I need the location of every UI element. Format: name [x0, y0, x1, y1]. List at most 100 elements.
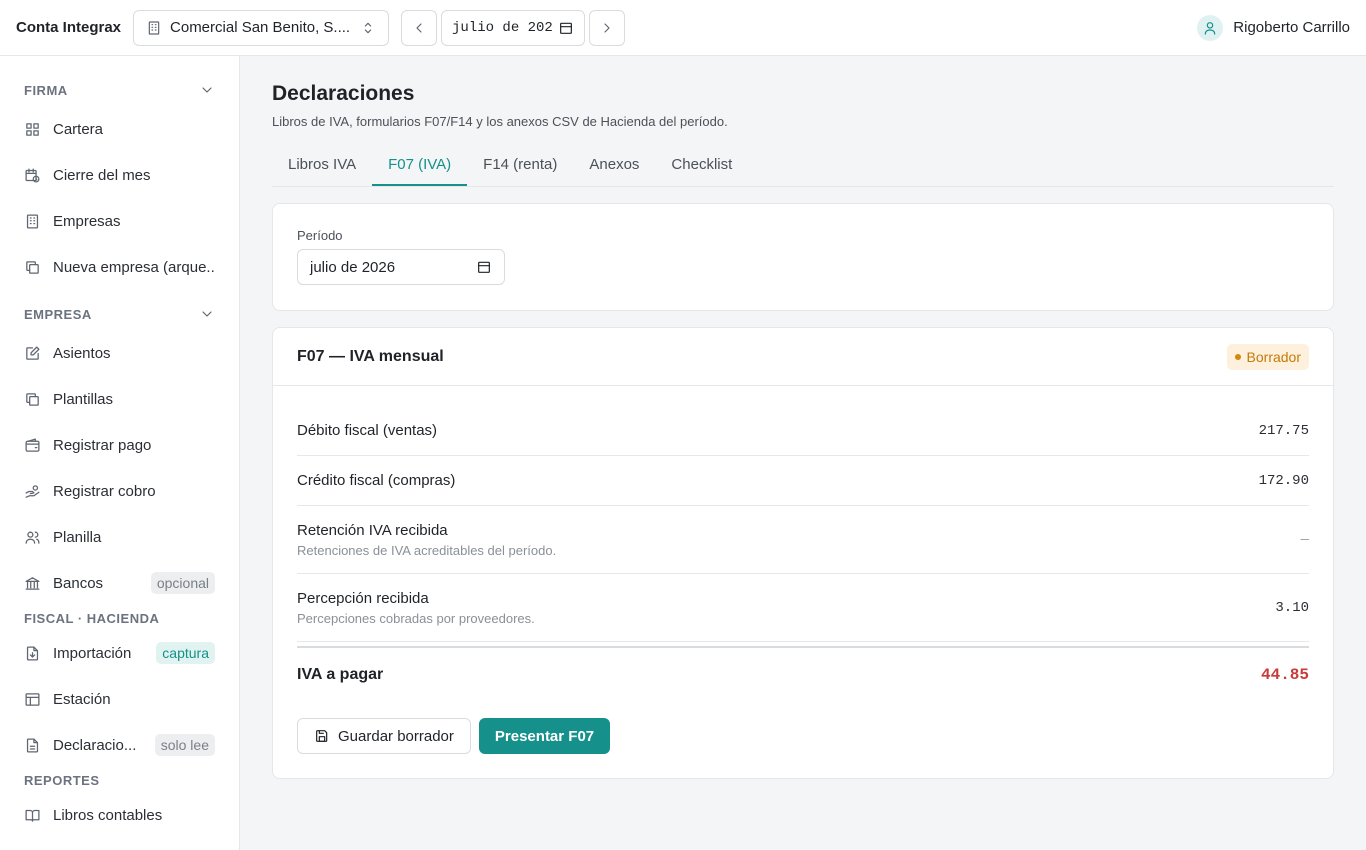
- row-value: —: [1300, 531, 1309, 548]
- section-title: EMPRESA: [24, 306, 92, 322]
- period-card: Período julio de 2026: [272, 203, 1334, 311]
- main-content: Declaraciones Libros de IVA, formularios…: [272, 56, 1334, 779]
- sidebar-item-empresas[interactable]: Empresas: [24, 198, 215, 244]
- chevron-left-icon: [411, 20, 427, 36]
- sidebar-item-cierre-del-mes[interactable]: Cierre del mes: [24, 152, 215, 198]
- sidebar-item-registrar-cobro[interactable]: Registrar cobro: [24, 468, 215, 514]
- f07-row-credito: Crédito fiscal (compras) 172.90: [297, 456, 1309, 506]
- section-title: REPORTES: [24, 772, 100, 788]
- section-title: FISCAL · HACIENDA: [24, 610, 160, 626]
- sidebar-item-cartera[interactable]: Cartera: [24, 106, 215, 152]
- file-text-icon: [24, 737, 41, 754]
- wallet-icon: [24, 437, 41, 454]
- sidebar-item-plantillas[interactable]: Plantillas: [24, 376, 215, 422]
- row-name: Percepción recibida: [297, 589, 429, 607]
- status-badge: opcional: [150, 572, 215, 594]
- f07-title: F07 — IVA mensual: [297, 347, 444, 365]
- calendar-clock-icon: [24, 167, 41, 184]
- user-name: Rigoberto Carrillo: [1233, 19, 1350, 36]
- tab-f14-renta[interactable]: F14 (renta): [467, 145, 573, 186]
- sidebar-item-label: Declaracio...: [53, 736, 137, 754]
- tab-checklist[interactable]: Checklist: [655, 145, 748, 186]
- f07-actions: Guardar borrador Presentar F07: [297, 718, 1309, 754]
- sidebar-item-label: Nueva empresa (arque...: [53, 258, 215, 276]
- f07-row-retencion: Retención IVA recibida Retenciones de IV…: [297, 506, 1309, 574]
- period-input[interactable]: julio de 2026: [297, 249, 505, 285]
- sidebar-item-label: Registrar pago: [53, 436, 152, 454]
- sidebar-section-firma[interactable]: FIRMA: [24, 74, 215, 106]
- row-description: Retenciones de IVA acreditables del perí…: [297, 542, 557, 558]
- sidebar-item-label: Importación: [53, 644, 132, 662]
- status-dot: [1234, 353, 1241, 360]
- sidebar-section-reportes: REPORTES: [24, 768, 215, 792]
- save-draft-button[interactable]: Guardar borrador: [297, 718, 471, 754]
- edit-icon: [24, 345, 41, 362]
- row-value: 217.75: [1258, 422, 1309, 439]
- sidebar-item-bancos[interactable]: Bancos opcional: [24, 560, 215, 606]
- company-selector[interactable]: Comercial San Benito, S....: [133, 9, 390, 46]
- copy-icon: [24, 259, 41, 276]
- sidebar-item-label: Empresas: [53, 212, 121, 230]
- page-subtitle: Libros de IVA, formularios F07/F14 y los…: [272, 114, 728, 129]
- sidebar-section-empresa[interactable]: EMPRESA: [24, 298, 215, 330]
- chevron-right-icon: [599, 20, 615, 36]
- sidebar-item-label: Cierre del mes: [53, 166, 151, 184]
- sidebar-section-fiscal: FISCAL · HACIENDA: [24, 606, 215, 630]
- f07-card: F07 — IVA mensual Borrador Débito fiscal…: [272, 327, 1334, 779]
- sidebar-item-libros-contables[interactable]: Libros contables: [24, 792, 215, 838]
- chevron-down-icon: [199, 306, 215, 322]
- row-value: 3.10: [1275, 599, 1309, 616]
- f07-row-percepcion: Percepción recibida Percepciones cobrada…: [297, 574, 1309, 642]
- previous-month-button[interactable]: [401, 9, 438, 46]
- row-value: 172.90: [1258, 472, 1309, 489]
- sidebar-item-registrar-pago[interactable]: Registrar pago: [24, 422, 215, 468]
- user-menu[interactable]: Rigoberto Carrillo: [1197, 14, 1350, 41]
- sidebar-item-label: Bancos: [53, 574, 104, 592]
- users-icon: [24, 529, 41, 546]
- total-value: 44.85: [1260, 666, 1309, 684]
- user-icon: [1202, 20, 1218, 36]
- sidebar: FIRMA Cartera Cierre del mes Empresas Nu…: [0, 56, 240, 850]
- copy-icon: [24, 391, 41, 408]
- tab-f07-iva[interactable]: F07 (IVA): [372, 145, 468, 186]
- row-name: Débito fiscal (ventas): [297, 422, 438, 439]
- save-draft-label: Guardar borrador: [338, 727, 454, 745]
- company-name: Comercial San Benito, S....: [170, 19, 351, 36]
- sidebar-item-declaraciones[interactable]: Declaracio... solo lee: [24, 722, 215, 768]
- chevron-down-icon: [199, 82, 215, 98]
- period-value: julio de 2026: [310, 258, 396, 276]
- sidebar-item-label: Registrar cobro: [53, 482, 156, 500]
- section-title: FIRMA: [24, 82, 68, 98]
- hand-coins-icon: [24, 483, 41, 500]
- f07-header: F07 — IVA mensual Borrador: [273, 328, 1333, 386]
- next-month-button[interactable]: [589, 9, 626, 46]
- sidebar-item-asientos[interactable]: Asientos: [24, 330, 215, 376]
- sidebar-item-nueva-empresa[interactable]: Nueva empresa (arque...: [24, 244, 215, 290]
- total-name: IVA a pagar: [297, 666, 384, 683]
- submit-f07-label: Presentar F07: [494, 727, 595, 745]
- row-name: Retención IVA recibida: [297, 521, 448, 539]
- sidebar-item-importacion[interactable]: Importación captura: [24, 630, 215, 676]
- row-description: Percepciones cobradas por proveedores.: [297, 610, 535, 626]
- chevrons-up-down-icon: [360, 20, 376, 36]
- sidebar-item-planilla[interactable]: Planilla: [24, 514, 215, 560]
- month-value: julio de 2026: [452, 19, 555, 36]
- tab-anexos[interactable]: Anexos: [573, 145, 655, 186]
- file-import-icon: [24, 645, 41, 662]
- top-bar: Conta Integrax Comercial San Benito, S..…: [0, 0, 1366, 56]
- save-icon: [314, 728, 330, 744]
- f07-total-row: IVA a pagar 44.85: [297, 646, 1309, 702]
- status-badge: solo lee: [154, 734, 215, 756]
- tab-libros-iva[interactable]: Libros IVA: [272, 145, 372, 186]
- period-label: Período: [297, 228, 343, 243]
- sidebar-item-label: Planilla: [53, 528, 102, 546]
- calendar-icon[interactable]: [476, 259, 492, 275]
- book-icon: [24, 807, 41, 824]
- sidebar-item-label: Estación: [53, 690, 111, 708]
- calendar-icon[interactable]: [558, 20, 574, 36]
- submit-f07-button[interactable]: Presentar F07: [478, 718, 611, 754]
- bank-icon: [24, 575, 41, 592]
- month-picker-input[interactable]: julio de 2026: [441, 9, 586, 46]
- building-icon: [24, 213, 41, 230]
- sidebar-item-estacion[interactable]: Estación: [24, 676, 215, 722]
